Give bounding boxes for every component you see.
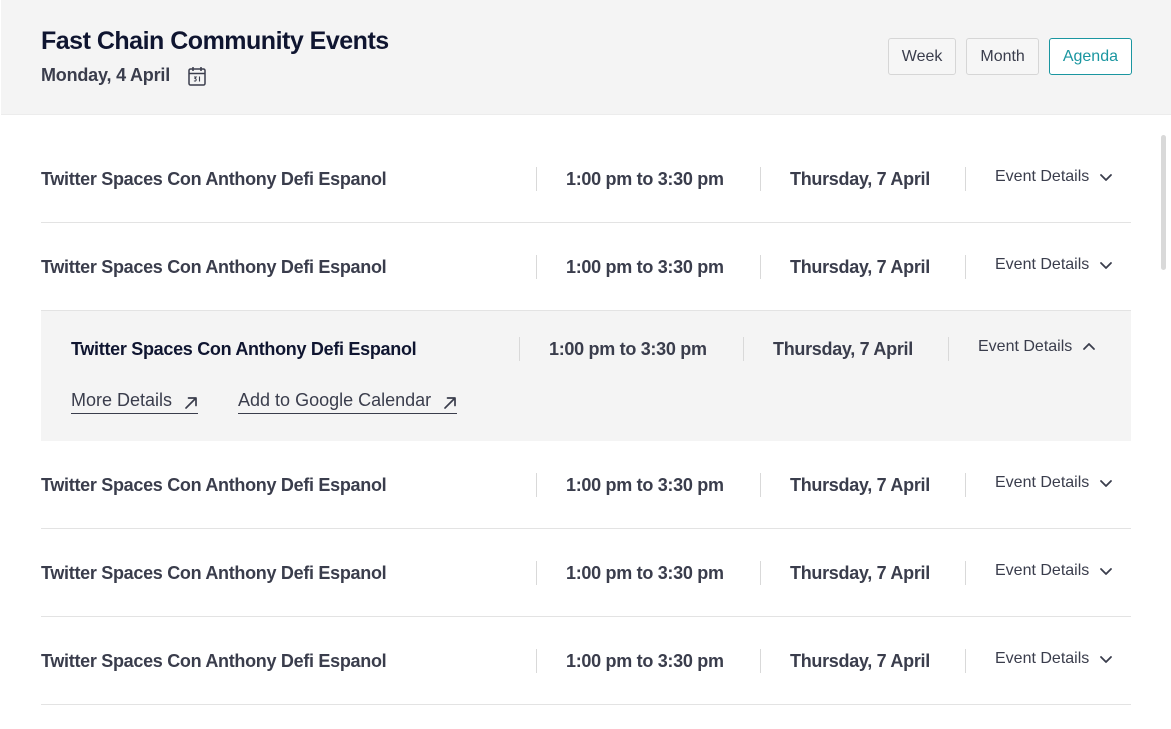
add-to-google-calendar-label: Add to Google Calendar — [238, 390, 432, 410]
event-time: 1:00 pm to 3:30 pm — [566, 563, 724, 583]
column-divider — [965, 649, 966, 673]
event-details-toggle[interactable]: Event Details — [995, 474, 1113, 492]
event-time: 1:00 pm to 3:30 pm — [566, 475, 724, 495]
event-details-toggle[interactable]: Event Details — [978, 338, 1096, 356]
event-list: Twitter Spaces Con Anthony Defi Espanol 1… — [41, 135, 1131, 705]
event-date: Thursday, 7 April — [790, 563, 930, 583]
event-details-toggle[interactable]: Event Details — [995, 168, 1113, 186]
event-details-toggle[interactable]: Event Details — [995, 256, 1113, 274]
event-row: Twitter Spaces Con Anthony Defi Espanol 1… — [41, 529, 1131, 617]
column-divider — [965, 473, 966, 497]
event-title: Twitter Spaces Con Anthony Defi Espanol — [41, 169, 387, 189]
column-divider — [536, 649, 537, 673]
external-link-icon — [184, 394, 198, 409]
column-divider — [536, 255, 537, 279]
event-time: 1:00 pm to 3:30 pm — [549, 339, 707, 359]
event-title: Twitter Spaces Con Anthony Defi Espanol — [41, 651, 387, 671]
more-details-link[interactable]: More Details — [71, 390, 199, 414]
event-details-label: Event Details — [995, 256, 1090, 273]
chevron-down-icon — [1099, 258, 1113, 272]
view-switcher: Week Month Agenda — [887, 38, 1132, 75]
event-time: 1:00 pm to 3:30 pm — [566, 651, 724, 671]
column-divider — [760, 255, 761, 279]
event-date: Thursday, 7 April — [790, 169, 930, 189]
page-header: Fast Chain Community Events Monday, 4 Ap… — [1, 0, 1171, 115]
column-divider — [743, 337, 744, 361]
week-view-button[interactable]: Week — [887, 38, 957, 75]
event-details-label: Event Details — [995, 474, 1090, 491]
event-details-label: Event Details — [995, 562, 1090, 579]
event-row: Twitter Spaces Con Anthony Defi Espanol 1… — [41, 135, 1131, 223]
event-date: Thursday, 7 April — [790, 651, 930, 671]
event-row: Twitter Spaces Con Anthony Defi Espanol 1… — [41, 223, 1131, 311]
event-details-label: Event Details — [995, 650, 1090, 667]
event-details-label: Event Details — [995, 168, 1090, 185]
column-divider — [760, 561, 761, 585]
event-row: Twitter Spaces Con Anthony Defi Espanol 1… — [41, 617, 1131, 705]
chevron-down-icon — [1099, 170, 1113, 184]
chevron-down-icon — [1099, 564, 1113, 578]
event-time: 1:00 pm to 3:30 pm — [566, 257, 724, 277]
event-links: More Details Add to Google Calendar — [71, 390, 458, 414]
column-divider — [965, 561, 966, 585]
column-divider — [519, 337, 520, 361]
scrollbar[interactable] — [1161, 135, 1166, 270]
column-divider — [948, 337, 949, 361]
column-divider — [965, 255, 966, 279]
chevron-up-icon — [1082, 340, 1096, 354]
column-divider — [536, 473, 537, 497]
current-date-row: Monday, 4 April — [41, 65, 206, 86]
calendar-icon[interactable] — [188, 66, 206, 86]
event-details-toggle[interactable]: Event Details — [995, 650, 1113, 668]
event-date: Thursday, 7 April — [790, 475, 930, 495]
chevron-down-icon — [1099, 652, 1113, 666]
column-divider — [536, 167, 537, 191]
column-divider — [536, 561, 537, 585]
month-view-button[interactable]: Month — [966, 38, 1039, 75]
event-row-expanded: Twitter Spaces Con Anthony Defi Espanol 1… — [41, 311, 1131, 441]
event-title: Twitter Spaces Con Anthony Defi Espanol — [71, 339, 417, 359]
add-to-google-calendar-link[interactable]: Add to Google Calendar — [238, 390, 458, 414]
event-date: Thursday, 7 April — [790, 257, 930, 277]
chevron-down-icon — [1099, 476, 1113, 490]
column-divider — [965, 167, 966, 191]
event-title: Twitter Spaces Con Anthony Defi Espanol — [41, 563, 387, 583]
column-divider — [760, 167, 761, 191]
event-date: Thursday, 7 April — [773, 339, 913, 359]
event-title: Twitter Spaces Con Anthony Defi Espanol — [41, 257, 387, 277]
event-details-label: Event Details — [978, 338, 1073, 355]
event-time: 1:00 pm to 3:30 pm — [566, 169, 724, 189]
event-details-toggle[interactable]: Event Details — [995, 562, 1113, 580]
event-row: Twitter Spaces Con Anthony Defi Espanol 1… — [41, 441, 1131, 529]
current-date: Monday, 4 April — [41, 65, 171, 85]
more-details-label: More Details — [71, 390, 173, 410]
column-divider — [760, 649, 761, 673]
external-link-icon — [443, 394, 457, 409]
event-title: Twitter Spaces Con Anthony Defi Espanol — [41, 475, 387, 495]
column-divider — [760, 473, 761, 497]
agenda-view-button[interactable]: Agenda — [1048, 38, 1132, 75]
page-title: Fast Chain Community Events — [41, 27, 389, 55]
